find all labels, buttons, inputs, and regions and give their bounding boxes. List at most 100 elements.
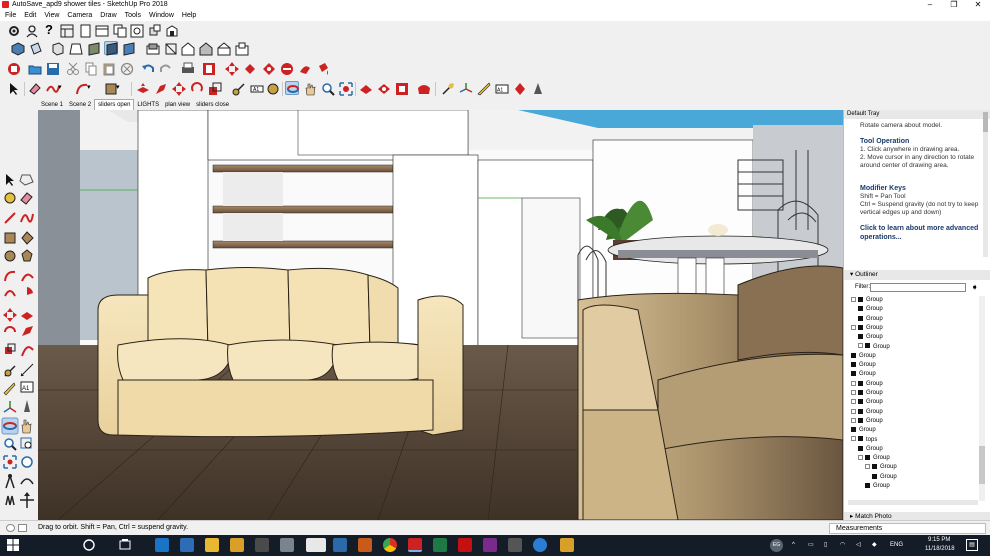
warehouse-icon[interactable]: [165, 24, 179, 38]
circle-icon[interactable]: [130, 24, 144, 38]
outliner-row[interactable]: Group: [851, 389, 883, 398]
bottom-view-icon[interactable]: [122, 42, 136, 56]
chrome-icon[interactable]: [383, 538, 397, 552]
move-arrows-icon[interactable]: [225, 62, 239, 76]
left-eraser-icon[interactable]: [20, 192, 33, 205]
scale-icon[interactable]: [262, 62, 276, 76]
search-circle-icon[interactable]: [82, 538, 96, 552]
iso-view-icon[interactable]: [11, 42, 25, 56]
outliner-hscrollbar[interactable]: [848, 500, 978, 505]
menu-camera[interactable]: Camera: [67, 10, 92, 21]
outliner-filter-input[interactable]: [870, 283, 966, 292]
left-pie-icon[interactable]: [27, 287, 33, 295]
paint-bucket-icon[interactable]: [316, 62, 330, 76]
section-display-icon[interactable]: [513, 82, 527, 96]
tree-expander-icon[interactable]: [851, 380, 856, 386]
left-tape-icon[interactable]: [4, 365, 16, 377]
user-avatar[interactable]: EG: [770, 539, 783, 552]
acrobat-icon[interactable]: [458, 538, 472, 552]
extension-warehouse-icon[interactable]: [395, 82, 409, 96]
hidden-line-style-icon[interactable]: [181, 42, 195, 56]
folder-2-icon[interactable]: [560, 538, 574, 552]
left-component-icon[interactable]: [19, 174, 34, 186]
outliner-row[interactable]: Group: [851, 380, 883, 389]
outliner-row[interactable]: Group: [858, 454, 890, 463]
left-zoom-extents-icon[interactable]: [3, 455, 17, 469]
folder-icon[interactable]: [230, 538, 244, 552]
notifications-icon[interactable]: ▤: [966, 539, 978, 551]
wifi-icon[interactable]: ◠: [840, 541, 845, 548]
left-arc-icon[interactable]: [4, 270, 16, 282]
maximize-button[interactable]: ❐: [942, 0, 966, 10]
tree-expander-icon[interactable]: [851, 389, 856, 395]
axes-icon[interactable]: [459, 82, 473, 96]
left-freehand-icon[interactable]: [20, 213, 34, 223]
outliner-row[interactable]: Group: [858, 343, 890, 352]
component-icon[interactable]: [7, 62, 21, 76]
undo-icon[interactable]: [141, 62, 155, 76]
extensions-icon[interactable]: [148, 24, 162, 38]
left-previous-icon[interactable]: [21, 456, 33, 468]
freehand-dropdown-icon[interactable]: ▾: [58, 83, 72, 97]
outliner-row[interactable]: Group: [872, 473, 897, 482]
menu-draw[interactable]: Draw: [100, 10, 116, 21]
outliner-row[interactable]: Group: [858, 445, 883, 454]
print-icon[interactable]: [181, 62, 195, 76]
left-offset-icon[interactable]: [21, 346, 34, 357]
tree-expander-icon[interactable]: [851, 296, 856, 302]
settings-gear-icon[interactable]: [7, 24, 21, 38]
orbit-icon[interactable]: [285, 81, 299, 95]
language-indicator[interactable]: ENG: [890, 542, 903, 548]
left-circle-icon[interactable]: [4, 250, 16, 262]
back-view-icon[interactable]: [87, 42, 101, 56]
tree-expander-icon[interactable]: [851, 417, 856, 423]
left-3dtext-icon[interactable]: [24, 400, 30, 412]
right-view-icon[interactable]: [69, 42, 83, 56]
outliner-row[interactable]: Group: [865, 463, 897, 472]
rectangle-dropdown-icon[interactable]: ▾: [116, 83, 130, 97]
menu-file[interactable]: File: [5, 10, 16, 21]
left-move-icon[interactable]: [3, 308, 17, 322]
tape-measure-icon[interactable]: [298, 62, 312, 76]
page-icon[interactable]: [78, 24, 92, 38]
close-button[interactable]: ✕: [966, 0, 990, 10]
paste-icon[interactable]: [102, 62, 116, 76]
outliner-menu-arrow-icon[interactable]: ➧: [971, 283, 979, 292]
offset-icon[interactable]: [280, 62, 294, 76]
outliner-row[interactable]: Group: [858, 315, 883, 324]
left-view-icon[interactable]: [104, 41, 118, 56]
rotate-tool-icon[interactable]: [190, 82, 204, 96]
measurements-box[interactable]: Measurements: [829, 523, 986, 534]
outliner-row[interactable]: Group: [865, 482, 890, 491]
outliner-scrollbar[interactable]: [979, 296, 985, 501]
geo-location-icon[interactable]: [6, 524, 15, 532]
task-view-icon[interactable]: [118, 538, 132, 552]
battery-icon[interactable]: ▯: [824, 541, 827, 548]
style-settings-icon[interactable]: [531, 82, 545, 96]
top-view-icon[interactable]: [29, 42, 43, 56]
network-icon[interactable]: ▭: [808, 541, 814, 548]
left-zoom-icon[interactable]: [4, 438, 17, 451]
3d-text-icon[interactable]: A1: [495, 82, 509, 96]
menu-edit[interactable]: Edit: [24, 10, 36, 21]
section-plane-icon[interactable]: [441, 82, 455, 96]
left-lookaround-icon[interactable]: [20, 478, 34, 485]
move-tool-icon[interactable]: [172, 82, 186, 96]
file-explorer-icon[interactable]: [205, 538, 219, 552]
share-model-icon[interactable]: [377, 82, 391, 96]
sketchup-taskbar-icon[interactable]: [408, 538, 422, 552]
left-rotated-rect-icon[interactable]: [21, 231, 34, 245]
rotate-arrows-icon[interactable]: [243, 62, 257, 76]
excel-icon[interactable]: [433, 538, 447, 552]
left-line-icon[interactable]: [4, 212, 16, 224]
outliner-row[interactable]: Group: [851, 352, 876, 361]
left-rectangle-icon[interactable]: [4, 232, 16, 244]
outliner-row[interactable]: Group: [851, 370, 876, 379]
push-pull-icon[interactable]: [136, 82, 150, 96]
menu-view[interactable]: View: [44, 10, 59, 21]
outliner-panel-header[interactable]: ▾ Outliner: [844, 270, 990, 280]
dimension-icon[interactable]: A1: [250, 82, 264, 96]
sketchbook-icon[interactable]: [358, 538, 372, 552]
volume-icon[interactable]: ◁: [856, 541, 861, 548]
tray-chevron-icon[interactable]: ^: [792, 542, 795, 548]
